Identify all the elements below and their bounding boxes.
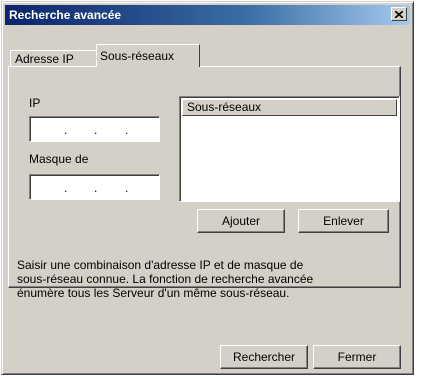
- tab-subnets-label: Sous-réseaux: [100, 49, 175, 63]
- search-button[interactable]: Rechercher: [220, 345, 308, 369]
- mask-octet-separator: .: [125, 181, 129, 195]
- ip-label: IP: [29, 96, 41, 110]
- ip-octet-separator: .: [64, 123, 68, 137]
- ip-octet-separator: .: [125, 123, 129, 137]
- description-line: énumère tous les Serveur d'un même sous-…: [17, 286, 290, 300]
- close-button[interactable]: Fermer: [313, 345, 401, 369]
- tab-subnets[interactable]: Sous-réseaux: [96, 44, 200, 67]
- mask-octet-separator: .: [64, 181, 68, 195]
- subnet-listbox[interactable]: Sous-réseaux: [179, 96, 400, 202]
- close-window-button[interactable]: [391, 7, 407, 21]
- description-line: sous-réseau connue. La fonction de reche…: [17, 272, 314, 286]
- description-line: Saisir une combinaison d'adresse IP et d…: [17, 258, 304, 272]
- ip-octet-separator: .: [94, 123, 98, 137]
- help-description: Saisir une combinaison d'adresse IP et d…: [17, 258, 387, 300]
- window-title: Recherche avancée: [9, 8, 122, 22]
- mask-label: Masque de: [29, 152, 89, 166]
- title-bar[interactable]: Recherche avancée: [5, 5, 410, 25]
- ip-address-input[interactable]: . . .: [29, 116, 160, 142]
- remove-button[interactable]: Enlever: [298, 209, 389, 233]
- mask-octet-separator: .: [94, 181, 98, 195]
- subnet-mask-input[interactable]: . . .: [29, 174, 160, 200]
- subnet-list-header[interactable]: Sous-réseaux: [182, 99, 397, 116]
- tab-strip: Adresse IP Sous-réseaux: [8, 44, 208, 67]
- tab-ip-address-label: Adresse IP: [15, 52, 74, 66]
- tab-ip-address[interactable]: Adresse IP: [10, 50, 98, 66]
- add-button[interactable]: Ajouter: [197, 209, 285, 233]
- close-icon: [395, 10, 403, 18]
